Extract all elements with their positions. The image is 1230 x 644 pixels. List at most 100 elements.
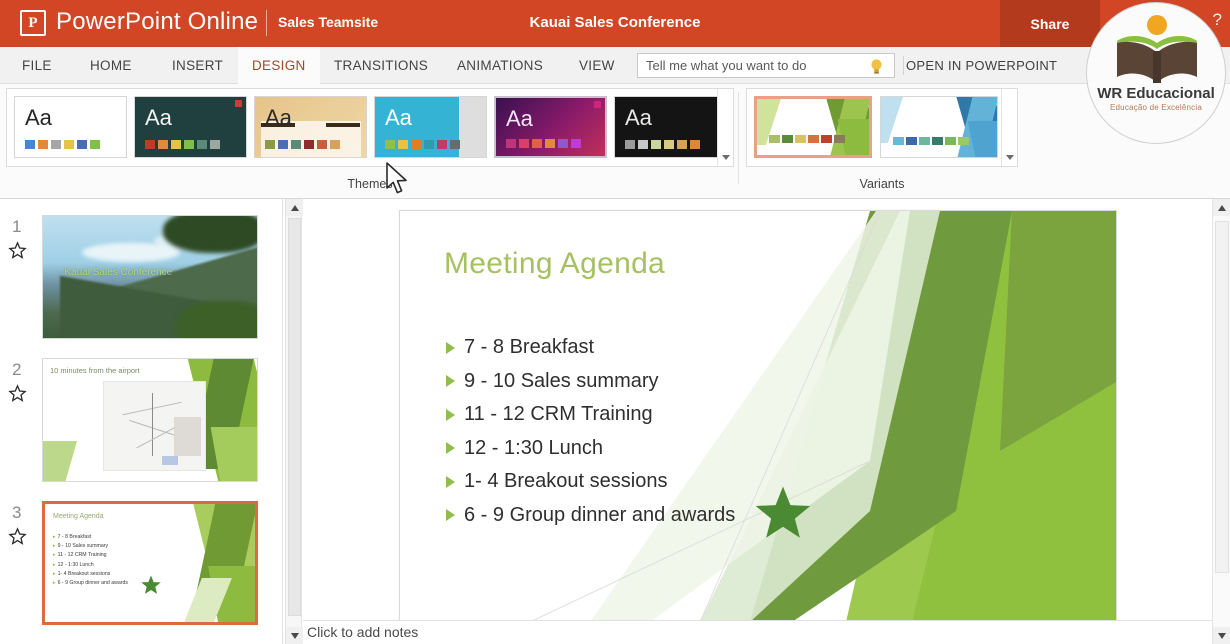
tab-design[interactable]: DESIGN <box>238 47 320 84</box>
scrollbar-thumb[interactable] <box>288 218 301 616</box>
slide-thumbnail-2[interactable]: 10 minutes from the airport <box>42 358 258 482</box>
wr-logo-book-icon <box>1087 9 1226 89</box>
caret-down-icon <box>291 633 299 639</box>
variant-green[interactable] <box>754 96 872 158</box>
tab-transitions[interactable]: TRANSITIONS <box>320 47 442 84</box>
slide-animation-star-icon <box>8 384 27 403</box>
theme-cyan[interactable]: Aa <box>374 96 487 158</box>
editor-scroll-down-button[interactable] <box>1213 627 1230 644</box>
list-item: 7 - 8 Breakfast <box>446 336 735 359</box>
scroll-up-button[interactable] <box>286 199 303 216</box>
variant-blue[interactable] <box>880 96 998 158</box>
list-item: 9 - 10 Sales summary <box>446 370 735 393</box>
bullet-text: 1- 4 Breakout sessions <box>464 470 667 493</box>
tab-view[interactable]: VIEW <box>565 47 629 84</box>
powerpoint-online-window: P PowerPoint Online Sales Teamsite Kauai… <box>0 0 1230 644</box>
ribbon-group-separator <box>738 92 739 184</box>
notes-pane[interactable]: Click to add notes <box>303 620 1212 644</box>
share-button[interactable]: Share <box>1000 0 1100 47</box>
tab-insert[interactable]: INSERT <box>158 47 237 84</box>
variant-blue-art <box>881 97 997 157</box>
theme-purple-gradient[interactable]: Aa <box>494 96 607 158</box>
ribbon-design: Aa Aa Aa <box>0 84 1230 199</box>
open-in-powerpoint-button[interactable]: OPEN IN POWERPOINT <box>906 47 1057 84</box>
active-slide-canvas[interactable]: Meeting Agenda 7 - 8 Breakfast 9 - 10 Sa… <box>399 210 1117 621</box>
bullet-triangle-icon <box>446 409 455 421</box>
theme-marker-icon <box>235 100 242 107</box>
theme-black[interactable]: Aa <box>614 96 727 158</box>
slide-thumbnail-item-1[interactable]: 1 Kauai Sales Conference <box>0 209 283 349</box>
list-item: 12 - 1:30 Lunch <box>446 437 735 460</box>
slide3-star-shape-icon <box>140 574 162 596</box>
slide-animation-star-icon <box>8 527 27 546</box>
theme-marker-icon <box>594 101 601 108</box>
slide-editor-area: Meeting Agenda 7 - 8 Breakfast 9 - 10 Sa… <box>303 199 1212 644</box>
slide-title[interactable]: Meeting Agenda <box>444 247 665 281</box>
bullet-text: 6 - 9 Group dinner and awards <box>464 504 735 527</box>
editor-scroll-up-button[interactable] <box>1213 199 1230 216</box>
slide-animation-star-icon <box>8 241 27 260</box>
theme-swatches <box>625 140 700 149</box>
bullet-text: 11 - 12 CRM Training <box>464 403 653 426</box>
wr-brand-name: WR Educacional <box>1087 85 1225 102</box>
tab-animations[interactable]: ANIMATIONS <box>443 47 557 84</box>
list-item: 6 - 9 Group dinner and awards <box>446 504 735 527</box>
bullet-triangle-icon <box>446 509 455 521</box>
theme-swatches <box>25 140 100 149</box>
theme-sand[interactable]: Aa <box>254 96 367 158</box>
variant-swatches <box>893 137 969 145</box>
variants-more-button[interactable] <box>1001 89 1017 166</box>
variant-swatches <box>769 135 845 143</box>
slide-number: 1 <box>12 217 21 237</box>
slide-star-shape[interactable] <box>752 483 814 543</box>
themes-more-button[interactable] <box>717 89 733 166</box>
theme-swatches <box>506 139 581 148</box>
slide-thumbnail-3[interactable]: Meeting Agenda 7 - 8 Breakfast 9 - 10 Sa… <box>42 501 258 625</box>
slide-bullet-list[interactable]: 7 - 8 Breakfast 9 - 10 Sales summary 11 … <box>446 336 735 537</box>
themes-group-label: Themes <box>6 177 734 191</box>
ribbon-tab-bar: FILE HOME INSERT DESIGN TRANSITIONS ANIM… <box>0 47 1230 84</box>
lightbulb-icon <box>869 58 884 75</box>
tell-me-search-input[interactable]: Tell me what you want to do <box>637 53 895 78</box>
caret-up-icon <box>1218 205 1226 211</box>
mouse-cursor-icon <box>385 162 411 198</box>
wr-tagline: Educação de Excelência <box>1087 103 1225 112</box>
list-item: 6 - 9 Group dinner and awards <box>53 580 128 586</box>
caret-down-icon <box>1218 633 1226 639</box>
tab-home[interactable]: HOME <box>76 47 146 84</box>
caret-up-icon <box>291 205 299 211</box>
slide-thumbnail-item-3[interactable]: 3 Meeting Agenda 7 - 8 Breakfast 9 - 10 … <box>0 495 283 635</box>
list-item: 1- 4 Breakout sessions <box>446 470 735 493</box>
theme-swatches <box>145 140 220 149</box>
thumbnail-panel-scrollbar[interactable] <box>285 199 302 644</box>
variant-green-art <box>757 99 869 155</box>
variants-group-label: Variants <box>746 177 1018 191</box>
bullet-text: 9 - 10 Sales summary <box>464 370 659 393</box>
scroll-down-button[interactable] <box>286 627 303 644</box>
list-item: 7 - 8 Breakfast <box>53 534 128 540</box>
slide2-art: 10 minutes from the airport <box>43 359 257 481</box>
slide3-bullet-list: 7 - 8 Breakfast 9 - 10 Sales summary 11 … <box>53 534 128 589</box>
slide-number: 3 <box>12 503 21 523</box>
bullet-triangle-icon <box>446 342 455 354</box>
chevron-down-icon <box>722 155 730 160</box>
slides-thumbnail-panel: 1 Kauai Sales Conference 2 <box>0 199 283 644</box>
list-item: 11 - 12 CRM Training <box>446 403 735 426</box>
slide-thumbnail-1[interactable]: Kauai Sales Conference <box>42 215 258 339</box>
slide3-art: Meeting Agenda 7 - 8 Breakfast 9 - 10 Sa… <box>45 504 255 622</box>
slide-thumbnail-item-2[interactable]: 2 10 minutes from the airport <box>0 352 283 492</box>
theme-office[interactable]: Aa <box>14 96 127 158</box>
notes-placeholder[interactable]: Click to add notes <box>307 624 418 640</box>
list-item: 11 - 12 CRM Training <box>53 552 128 558</box>
list-item: 1- 4 Breakout sessions <box>53 571 128 577</box>
theme-dark-teal[interactable]: Aa <box>134 96 247 158</box>
theme-swatches <box>265 140 340 149</box>
slide3-title-text: Meeting Agenda <box>53 513 104 520</box>
slide1-photo-art: Kauai Sales Conference <box>43 216 257 338</box>
editor-scrollbar-thumb[interactable] <box>1215 221 1229 573</box>
bullet-triangle-icon <box>446 375 455 387</box>
tab-file[interactable]: FILE <box>8 47 66 84</box>
theme-swatches <box>385 140 460 149</box>
editor-scrollbar[interactable] <box>1212 199 1230 644</box>
themes-group: Aa Aa Aa <box>6 88 734 196</box>
